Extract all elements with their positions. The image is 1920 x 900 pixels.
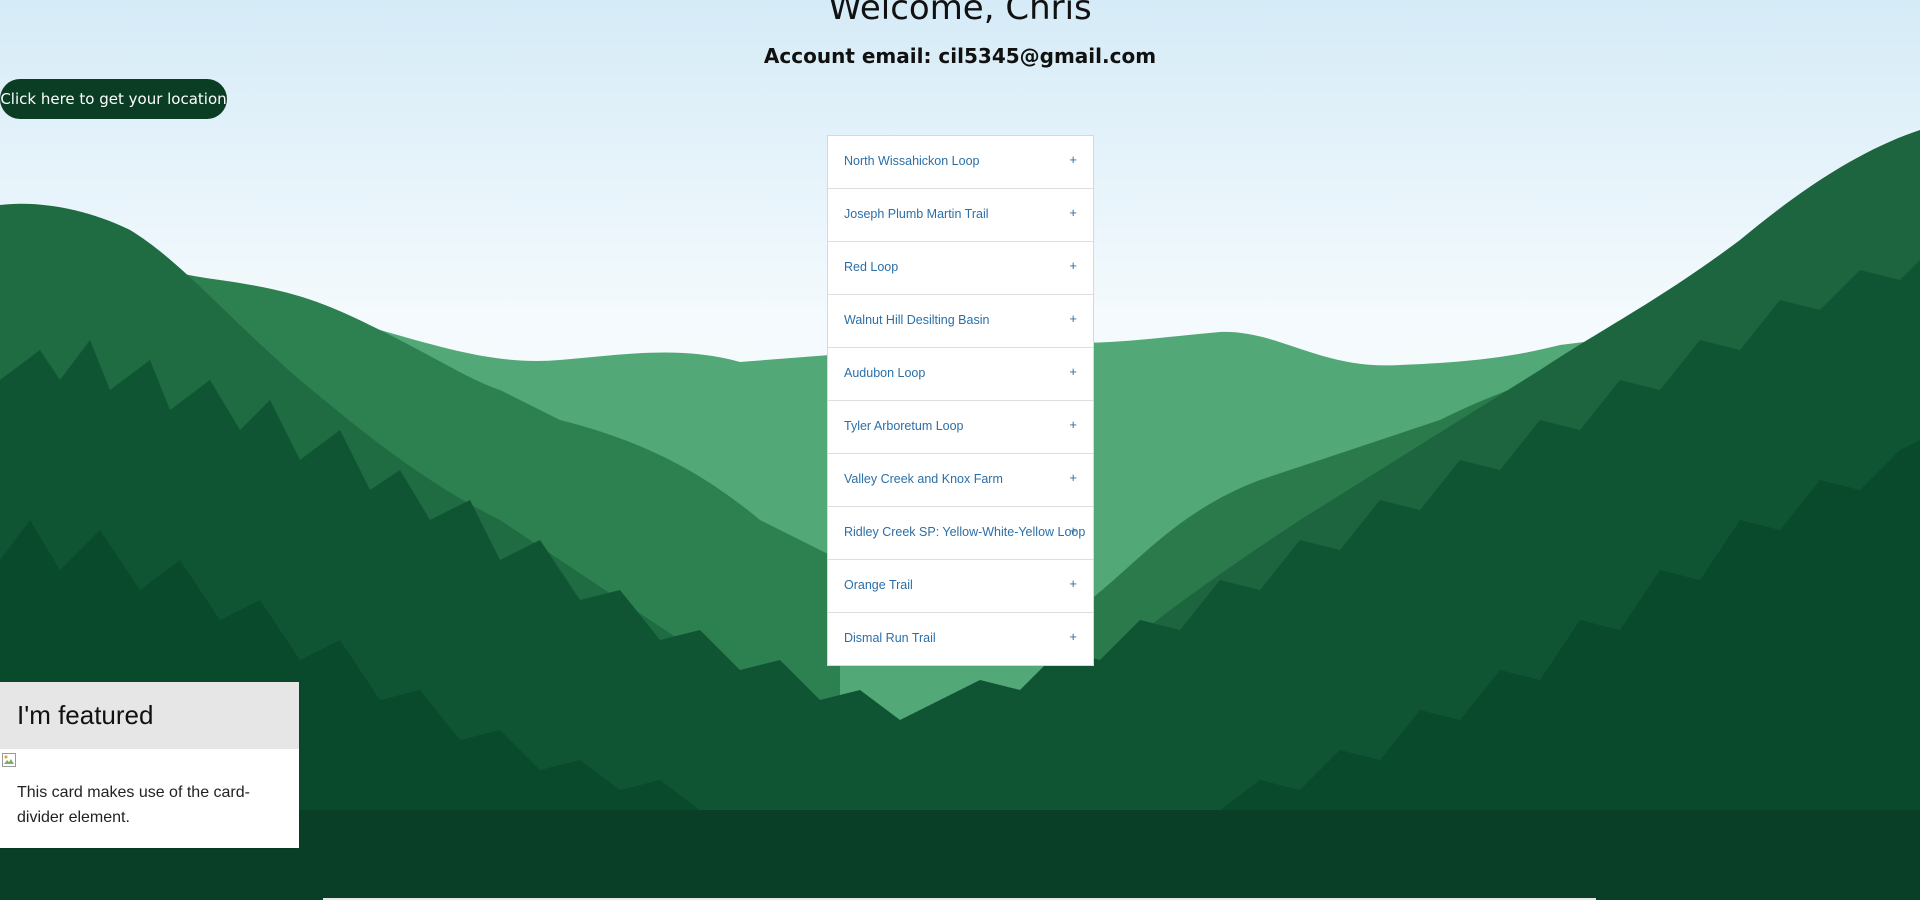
trail-item[interactable]: Tyler Arboretum Loop + — [828, 401, 1093, 454]
plus-icon: + — [1069, 417, 1077, 432]
trail-name: Joseph Plumb Martin Trail — [844, 207, 989, 221]
account-email: Account email: cil5345@gmail.com — [763, 44, 1157, 68]
welcome-title: Welcome, Chris — [828, 0, 1092, 28]
plus-icon: + — [1069, 311, 1077, 326]
card-text: This card makes use of the card-divider … — [17, 784, 250, 826]
plus-icon: + — [1069, 205, 1077, 220]
plus-icon: + — [1069, 523, 1077, 538]
trail-item[interactable]: Dismal Run Trail + — [828, 613, 1093, 665]
card-divider: I'm featured — [0, 682, 299, 749]
trail-name: Orange Trail — [844, 578, 913, 592]
trail-item[interactable]: Ridley Creek SP: Yellow-White-Yellow Loo… — [828, 507, 1093, 560]
trail-item[interactable]: Joseph Plumb Martin Trail + — [828, 189, 1093, 242]
trail-name: Ridley Creek SP: Yellow-White-Yellow Loo… — [844, 525, 1086, 539]
featured-card: I'm featured This card makes use of the … — [0, 682, 299, 848]
plus-icon: + — [1069, 364, 1077, 379]
trail-name: Audubon Loop — [844, 366, 926, 380]
trail-item[interactable]: Valley Creek and Knox Farm + — [828, 454, 1093, 507]
plus-icon: + — [1069, 629, 1077, 644]
broken-image-icon — [2, 753, 16, 767]
plus-icon: + — [1069, 258, 1077, 273]
trail-name: North Wissahickon Loop — [844, 154, 980, 168]
trail-name: Valley Creek and Knox Farm — [844, 472, 1003, 486]
plus-icon: + — [1069, 152, 1077, 167]
trail-item[interactable]: Orange Trail + — [828, 560, 1093, 613]
get-location-button[interactable]: Click here to get your location — [0, 79, 227, 119]
plus-icon: + — [1069, 470, 1077, 485]
trail-item[interactable]: Red Loop + — [828, 242, 1093, 295]
trail-item[interactable]: Walnut Hill Desilting Basin + — [828, 295, 1093, 348]
trail-name: Walnut Hill Desilting Basin — [844, 313, 990, 327]
trail-name: Tyler Arboretum Loop — [844, 419, 964, 433]
trail-item[interactable]: North Wissahickon Loop + — [828, 136, 1093, 189]
plus-icon: + — [1069, 576, 1077, 591]
trail-name: Red Loop — [844, 260, 899, 274]
card-title: I'm featured — [17, 700, 154, 730]
trail-name: Dismal Run Trail — [844, 631, 936, 645]
trail-item[interactable]: Audubon Loop + — [828, 348, 1093, 401]
trail-accordion: North Wissahickon Loop + Joseph Plumb Ma… — [827, 135, 1094, 666]
